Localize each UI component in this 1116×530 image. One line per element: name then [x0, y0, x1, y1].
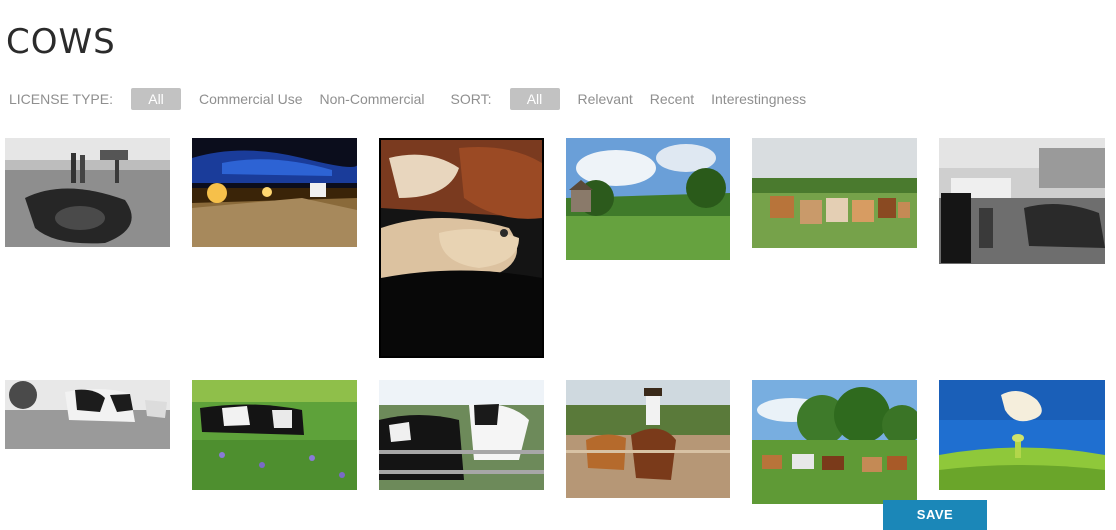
- license-filter-commercial[interactable]: Commercial Use: [199, 91, 302, 107]
- photo-cow-flowers[interactable]: [192, 380, 357, 490]
- photo-bw-market[interactable]: [939, 138, 1105, 264]
- photo-green-field[interactable]: [566, 138, 730, 260]
- page-title: COWS: [6, 22, 116, 62]
- sort-all[interactable]: All: [509, 88, 560, 110]
- sort-relevant[interactable]: Relevant: [578, 91, 633, 107]
- photo-cows-trees[interactable]: [752, 380, 917, 504]
- sort-label: SORT:: [450, 91, 492, 107]
- sort-recent[interactable]: Recent: [650, 91, 694, 107]
- license-filter-noncommercial[interactable]: Non-Commercial: [319, 91, 424, 107]
- filter-bar: LICENSE TYPE: All Commercial Use Non-Com…: [9, 87, 823, 111]
- license-filter-all[interactable]: All: [131, 88, 182, 110]
- photo-cowboy-rodeo[interactable]: [566, 380, 730, 498]
- sort-interestingness[interactable]: Interestingness: [711, 91, 806, 107]
- photo-bw-hole[interactable]: [5, 138, 170, 247]
- photo-cows-fence[interactable]: [379, 380, 544, 490]
- photo-cows-herd[interactable]: [752, 138, 917, 248]
- license-type-label: LICENSE TYPE:: [9, 91, 114, 107]
- save-button[interactable]: SAVE: [883, 500, 987, 530]
- photo-milk-splash[interactable]: [939, 380, 1105, 490]
- photo-holstein-grazing[interactable]: [5, 380, 170, 449]
- photo-cows-closeup[interactable]: [379, 138, 544, 358]
- photo-night-road[interactable]: [192, 138, 357, 247]
